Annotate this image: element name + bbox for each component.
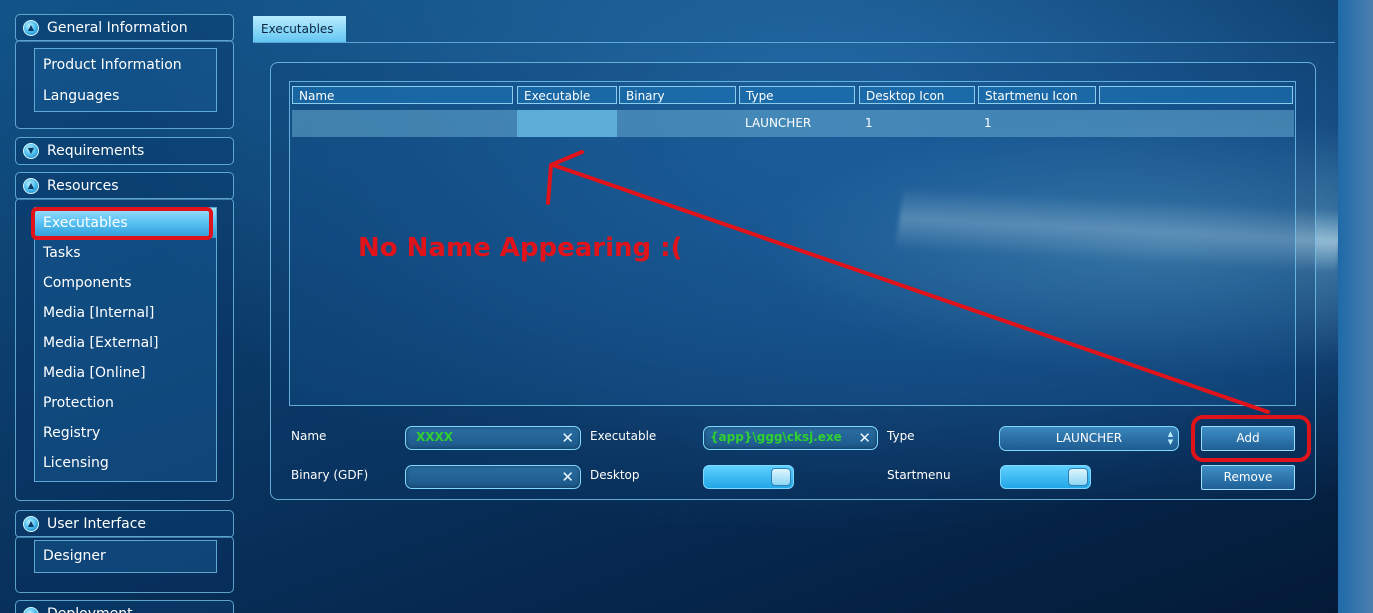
startmenu-label: Startmenu [887, 468, 951, 482]
add-button[interactable]: Add [1201, 426, 1295, 451]
name-input[interactable]: XXXX ✕ [405, 426, 581, 450]
clear-icon[interactable]: ✕ [561, 468, 574, 486]
toggle-knob[interactable] [1068, 468, 1088, 486]
spinner-arrows-icon[interactable]: ▲ ▼ [1166, 430, 1175, 446]
toggle-knob[interactable] [771, 468, 791, 486]
binary-gdf-input[interactable]: ✕ [405, 465, 581, 489]
clear-icon[interactable]: ✕ [858, 429, 871, 447]
type-select-value: LAUNCHER [1055, 431, 1123, 445]
startmenu-toggle[interactable] [1000, 465, 1091, 489]
type-label: Type [887, 429, 915, 443]
binary-gdf-label: Binary (GDF) [291, 468, 369, 482]
executable-input[interactable]: {app}\ggg\cksj.exe ✕ [703, 426, 878, 450]
annotation-arrow [546, 150, 1270, 414]
remove-button[interactable]: Remove [1201, 465, 1295, 490]
executable-label: Executable [590, 429, 657, 443]
clear-icon[interactable]: ✕ [561, 429, 574, 447]
name-label: Name [291, 429, 327, 443]
name-input-value: XXXX [416, 430, 454, 444]
type-select[interactable]: LAUNCHER ▲ ▼ [999, 426, 1179, 451]
executable-input-value: {app}\ggg\cksj.exe [710, 430, 842, 444]
desktop-toggle[interactable] [703, 465, 794, 489]
desktop-label: Desktop [590, 468, 640, 482]
